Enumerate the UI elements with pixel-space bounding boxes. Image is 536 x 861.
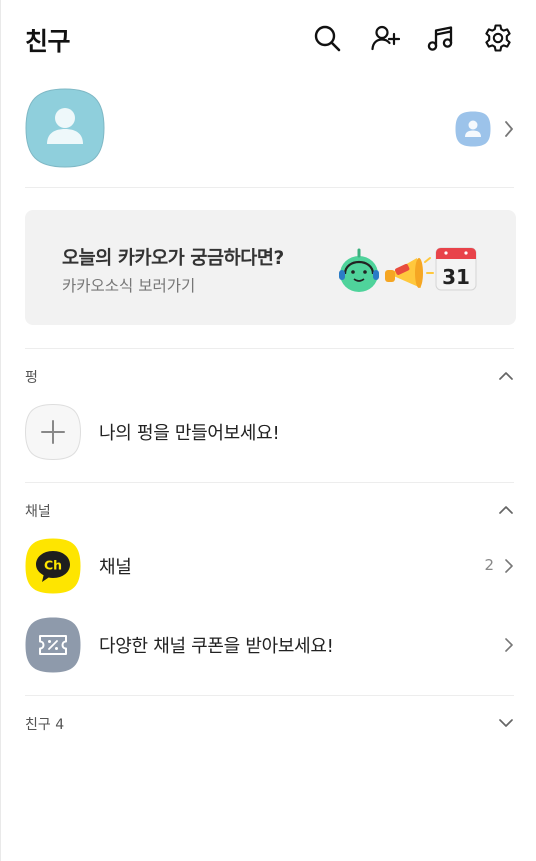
calendar-icon: 31 [435,247,477,291]
section-pyeong-label: 펑 [25,370,38,386]
divider [25,187,514,188]
add-friend-button[interactable] [369,22,401,54]
channel-count: 2 [484,556,494,574]
top-header: 친구 [1,0,536,80]
divider [25,482,514,483]
music-button[interactable] [425,22,457,54]
search-button[interactable] [311,22,343,54]
calendar-day: 31 [442,265,470,289]
profile-mini-avatar[interactable] [455,111,491,147]
chevron-right-icon [505,638,513,652]
music-icon [427,26,453,51]
channel-coupon-row[interactable]: 다양한 채널 쿠폰을 받아보세요! [25,617,514,673]
kakao-channel-icon: Ch [25,538,81,594]
chevron-down-icon[interactable] [498,715,514,731]
section-channel-label: 채널 [25,504,51,520]
kakao-news-banner[interactable]: 오늘의 카카오가 궁금하다면? 카카오소식 보러가기 31 [25,210,516,325]
coupon-icon [25,617,81,673]
section-friends-label: 친구 4 [25,717,65,733]
settings-button[interactable] [482,22,514,54]
search-icon [314,25,341,52]
banner-title: 오늘의 카카오가 궁금하다면? [62,248,284,269]
divider [25,348,514,349]
create-pyeong-label: 나의 펑을 만들어보세요! [99,423,280,444]
divider [25,695,514,696]
chevron-up-icon[interactable] [498,502,514,518]
chevron-right-icon [505,559,513,573]
my-profile-avatar[interactable] [25,88,105,168]
channel-label: 채널 [99,557,132,578]
chevron-right-icon[interactable] [503,119,515,139]
add-friend-icon [371,25,400,51]
add-pyeong-icon [25,404,81,460]
character-icon [339,248,379,292]
megaphone-icon [385,257,434,288]
gear-icon [485,24,511,52]
my-profile-row[interactable] [25,86,515,170]
chevron-up-icon[interactable] [498,368,514,384]
banner-subtitle: 카카오소식 보러가기 [62,277,196,295]
section-friends-header[interactable]: 친구 4 [25,711,514,735]
coupon-label: 다양한 채널 쿠폰을 받아보세요! [99,636,334,657]
friends-page: 친구 오늘의 카카오가 궁금하다면? 카카오소식 보러가기 31 펑 나의 펑을… [0,0,536,861]
section-pyeong-header[interactable]: 펑 [25,364,514,388]
section-channel-header[interactable]: 채널 [25,498,514,522]
channel-logo-text: Ch [44,558,62,573]
create-pyeong-row[interactable]: 나의 펑을 만들어보세요! [25,404,514,460]
channel-row[interactable]: Ch 채널 2 [25,538,514,594]
banner-illustration: 31 [339,247,477,292]
page-title: 친구 [25,27,71,56]
